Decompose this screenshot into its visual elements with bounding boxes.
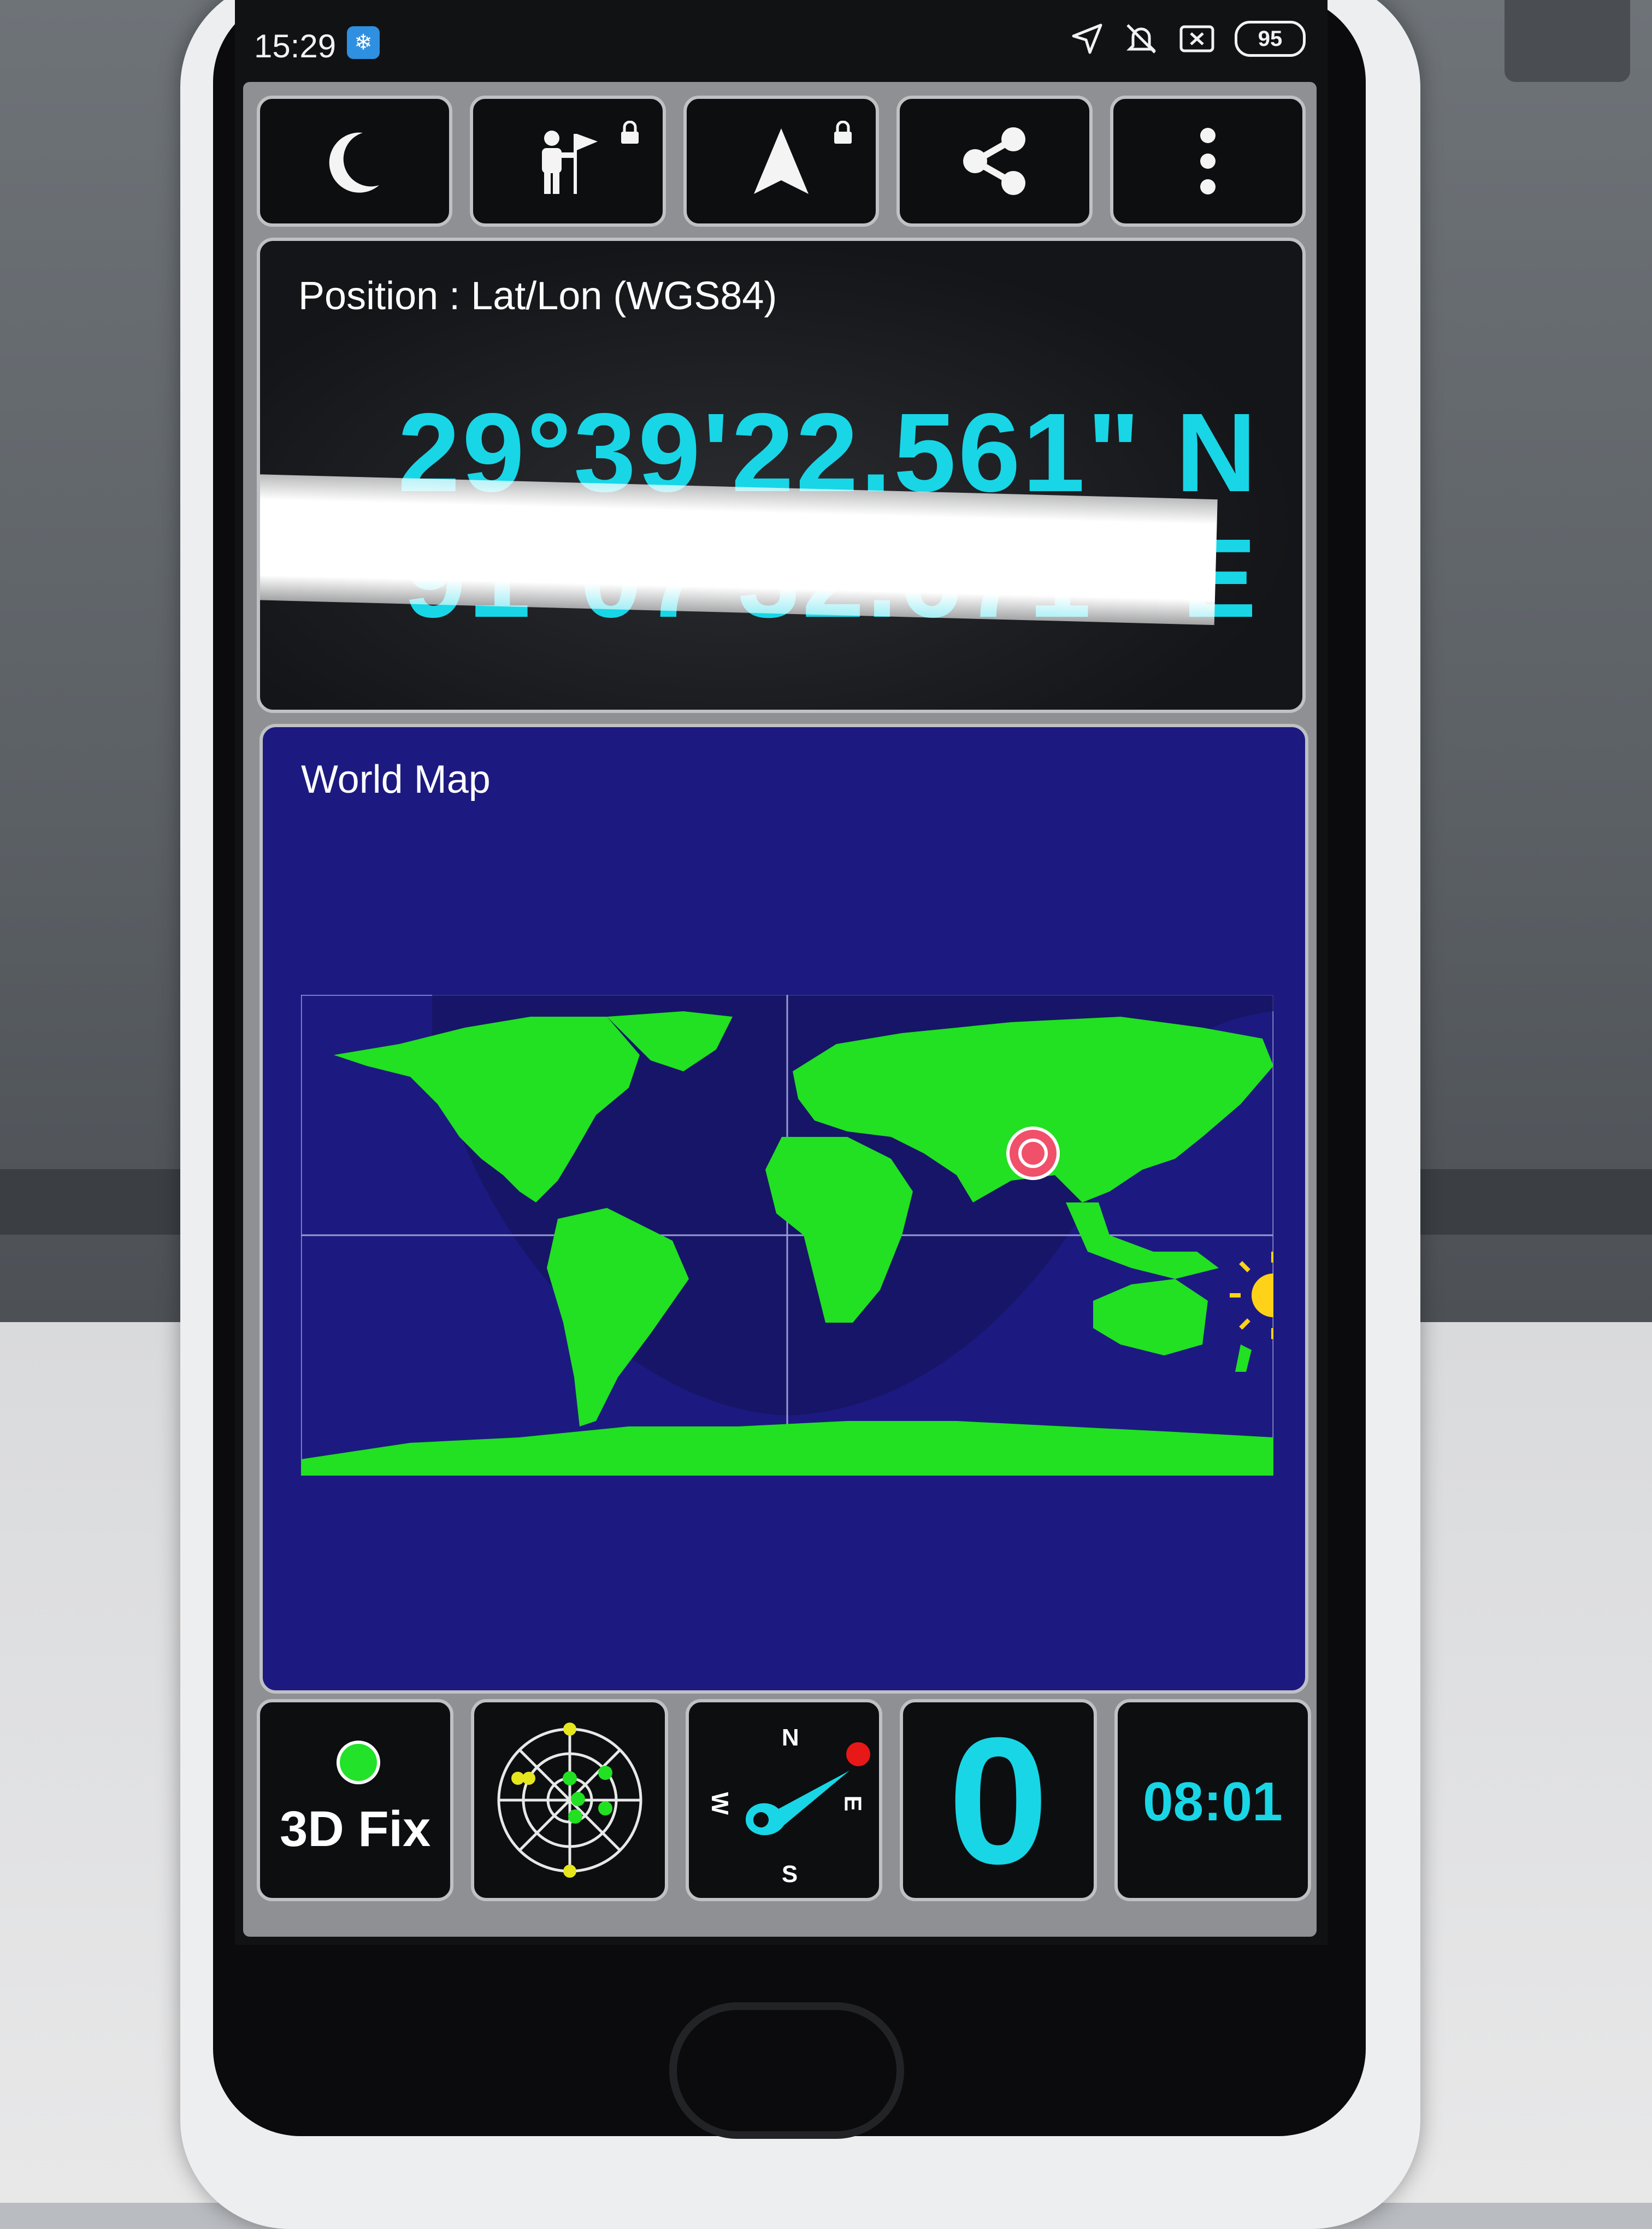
compass-needle-icon bbox=[746, 1770, 850, 1835]
location-arrow-icon bbox=[1072, 23, 1102, 54]
top-toolbar bbox=[257, 96, 1306, 227]
bottom-toolbar: 3D Fix N S W E 0 08:01 bbox=[257, 1699, 1312, 1901]
notification-app-icon: ❄ bbox=[347, 26, 380, 59]
world-map-title: World Map bbox=[301, 758, 491, 801]
share-icon bbox=[963, 127, 1026, 195]
phone-screen: 15:29 ❄ 95 Position: Lat/Lon (WGS84) 29… bbox=[235, 0, 1328, 1945]
status-time: 15:29 bbox=[254, 28, 337, 64]
position-card: Position : Lat/Lon (WGS84) 29°39'22.561"… bbox=[257, 238, 1306, 713]
home-button[interactable] bbox=[669, 2002, 904, 2139]
elapsed-time-value: 08:01 bbox=[1142, 1771, 1283, 1832]
compass-red-dot bbox=[846, 1742, 870, 1766]
person-flag-icon bbox=[541, 131, 598, 194]
no-sim-icon bbox=[1179, 25, 1214, 52]
battery-indicator: 95 bbox=[1235, 21, 1306, 57]
night-mode-button[interactable] bbox=[257, 96, 453, 227]
speed-button[interactable]: 0 bbox=[900, 1699, 1097, 1901]
world-map-card: World Map bbox=[259, 724, 1308, 1694]
laptop-key bbox=[1504, 0, 1630, 82]
location-marker[interactable] bbox=[1006, 1127, 1060, 1180]
status-bar: 15:29 ❄ 95 bbox=[235, 0, 1328, 82]
compass-button[interactable]: N S W E bbox=[685, 1699, 883, 1901]
navigation-arrow-icon bbox=[754, 128, 809, 194]
compass-north-label: N bbox=[781, 1724, 799, 1751]
lock-icon bbox=[621, 121, 639, 144]
world-map[interactable] bbox=[301, 995, 1273, 1476]
more-menu-button[interactable] bbox=[1110, 96, 1306, 227]
satellite-radar-button[interactable] bbox=[471, 1699, 668, 1901]
waypoint-button[interactable] bbox=[470, 96, 666, 227]
app-panel: Position : Lat/Lon (WGS84) 29°39'22.561"… bbox=[243, 82, 1317, 1937]
mute-icon bbox=[1126, 24, 1157, 54]
vertical-dots-icon bbox=[1200, 128, 1216, 194]
navigate-button[interactable] bbox=[683, 96, 880, 227]
fix-status-button[interactable]: 3D Fix bbox=[257, 1699, 454, 1901]
satellite-radar-icon bbox=[497, 1723, 642, 1878]
lock-icon bbox=[834, 121, 852, 144]
fix-indicator-dot bbox=[337, 1741, 380, 1784]
moon-icon bbox=[329, 132, 380, 193]
position-title: Position : Lat/Lon (WGS84) bbox=[298, 274, 777, 318]
speed-value: 0 bbox=[948, 1700, 1049, 1901]
status-icons: 95 bbox=[1071, 21, 1306, 57]
share-button[interactable] bbox=[896, 96, 1093, 227]
timer-button[interactable]: 08:01 bbox=[1114, 1699, 1312, 1901]
fix-status-label: 3D Fix bbox=[280, 1801, 431, 1857]
screen-glare bbox=[260, 474, 1218, 626]
